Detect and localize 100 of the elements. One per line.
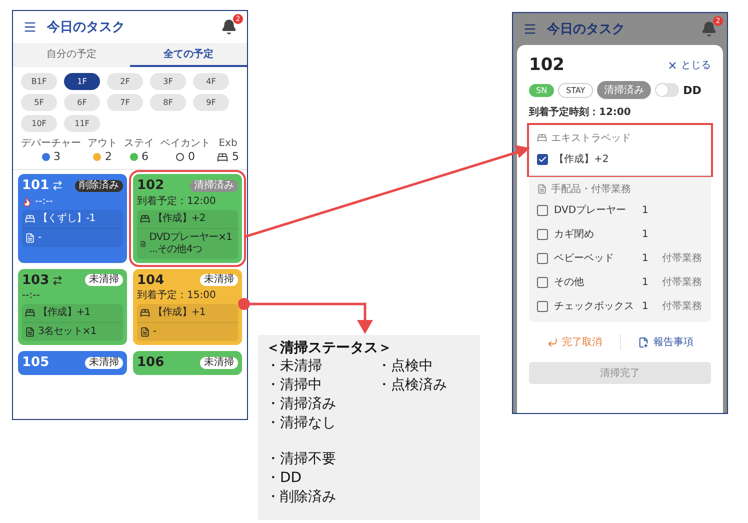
stat-count: 0 <box>188 151 195 164</box>
checkbox[interactable] <box>537 228 548 240</box>
room-number: 102 <box>529 55 564 75</box>
room-card[interactable]: 101 削除済み --:-- 【くずし】-1 - <box>18 174 127 263</box>
bed-icon <box>25 308 35 318</box>
item-name: ベビーベッド <box>554 252 615 265</box>
bed-icon <box>140 308 150 318</box>
item-tag: 付帯業務 <box>662 275 702 289</box>
room-card[interactable]: 102 清掃済み 到着予定：12:00 【作成】+2 DVDプレーヤー×1 ...その他4つ <box>133 174 242 263</box>
status-item: ・清掃済み <box>266 395 337 414</box>
room-card[interactable]: 105 未清掃 <box>18 351 127 375</box>
detail-text: DVDプレーヤー×1 ...その他4つ <box>149 232 234 256</box>
room-card[interactable]: 106 未清掃 <box>133 351 242 375</box>
status-item: ・点検中 <box>377 357 434 376</box>
checkbox[interactable] <box>537 252 548 264</box>
item-tag: 付帯業務 <box>662 299 702 313</box>
status-item: ・DD <box>266 469 303 488</box>
document-icon <box>140 238 146 249</box>
detail-text: - <box>38 232 42 244</box>
schedule-tab[interactable]: 全ての予定 <box>130 43 247 67</box>
floor-chip[interactable]: 7F <box>107 94 143 111</box>
document-icon <box>140 327 150 338</box>
room-number: 101 <box>22 178 50 194</box>
cleaning-status: 清掃済み <box>190 180 238 192</box>
room-card[interactable]: 103 未清掃 --:-- 【作成】+1 3名セット×1 <box>18 268 127 346</box>
status-item: ・削除済み <box>266 488 337 507</box>
item-name: その他 <box>554 276 585 289</box>
arrival-time: --:-- <box>22 290 40 302</box>
floor-chip[interactable]: B1F <box>21 73 57 90</box>
detail-text: 【くずし】-1 <box>38 212 96 225</box>
stat-count: 2 <box>105 151 112 164</box>
note-title: ＜清掃ステータス＞ <box>266 339 393 357</box>
dd-toggle[interactable] <box>655 83 680 97</box>
status-item: ・清掃中 <box>266 376 323 395</box>
document-icon <box>25 327 35 338</box>
item-tag: 付帯業務 <box>662 251 702 265</box>
section-title: エキストラベッド <box>551 132 631 145</box>
checkbox[interactable] <box>537 300 548 312</box>
item-name: 【作成】+2 <box>554 152 610 166</box>
item-quantity: 1 <box>642 300 650 312</box>
floor-chip[interactable]: 5F <box>21 94 57 111</box>
floor-chip[interactable]: 4F <box>193 73 229 90</box>
stat-label: アウト <box>88 138 118 149</box>
floor-chip[interactable]: 6F <box>64 94 100 111</box>
report-icon <box>638 336 650 348</box>
item-name: チェックボックス <box>554 300 635 313</box>
floor-chip[interactable]: 2F <box>107 73 143 90</box>
ring-icon <box>176 153 184 162</box>
item-quantity: 1 <box>642 204 650 216</box>
bed-icon <box>217 152 228 163</box>
floor-chip[interactable]: 11F <box>64 115 100 132</box>
app-title: 今日のタスク <box>547 21 626 38</box>
status-item: ・未清掃 <box>266 357 323 376</box>
cleaning-status: 未清掃 <box>200 357 238 370</box>
checkbox[interactable] <box>537 276 548 288</box>
undo-icon <box>546 336 558 348</box>
floor-chip[interactable]: 9F <box>193 94 229 111</box>
app-title: 今日のタスク <box>47 19 126 36</box>
arrival-time: 到着予定：12:00 <box>137 196 216 208</box>
room-number: 104 <box>137 272 164 288</box>
room-number: 105 <box>22 355 50 371</box>
checkbox[interactable] <box>537 154 548 164</box>
bed-icon <box>25 214 35 224</box>
stat-count: 3 <box>54 151 60 164</box>
item-quantity: 1 <box>642 276 650 288</box>
close-button[interactable]: とじる <box>667 58 711 72</box>
menu-icon[interactable] <box>23 20 37 34</box>
floor-chip[interactable]: 3F <box>150 73 186 90</box>
stat-label: ステイ <box>124 138 154 149</box>
floor-chip[interactable]: 10F <box>21 115 57 132</box>
stat-count: 6 <box>142 151 148 164</box>
status-item: ・清掃不要 <box>266 450 337 469</box>
detail-text: 【作成】+1 <box>38 307 90 320</box>
status-tag: 清掃済み <box>597 81 652 99</box>
status-item: ・点検済み <box>377 376 448 395</box>
room-number: 102 <box>137 178 164 194</box>
stat-label: Exb <box>218 138 238 149</box>
cleaning-status: 未清掃 <box>200 274 238 286</box>
report-button[interactable]: 報告事項 <box>620 334 711 350</box>
floor-chip[interactable]: 1F <box>64 73 100 90</box>
status-tag: STAY <box>558 82 594 98</box>
bell-icon[interactable] <box>221 19 237 35</box>
cleaning-status: 未清掃 <box>85 274 123 286</box>
room-number: 106 <box>137 355 164 371</box>
status-item: ・清掃なし <box>266 414 337 433</box>
floor-chip[interactable]: 8F <box>150 94 186 111</box>
item-quantity: 1 <box>642 228 650 240</box>
room-number: 103 <box>22 272 50 288</box>
schedule-tab[interactable]: 自分の予定 <box>13 43 130 67</box>
arrival-time: 到着予定：15:00 <box>137 290 216 302</box>
arrival-time: --:-- <box>35 196 53 208</box>
stat-count: 5 <box>232 151 239 164</box>
cleaning-status: 未清掃 <box>85 357 123 370</box>
arrival-time: 到着予定時刻：12:00 <box>529 105 632 119</box>
stat-label: ベイカント <box>160 138 210 149</box>
menu-icon[interactable] <box>523 22 537 36</box>
checkbox[interactable] <box>537 204 548 216</box>
room-card[interactable]: 104 未清掃 到着予定：15:00 【作成】+1 - <box>133 268 242 346</box>
item-quantity: 1 <box>642 252 650 264</box>
document-icon <box>537 184 547 194</box>
